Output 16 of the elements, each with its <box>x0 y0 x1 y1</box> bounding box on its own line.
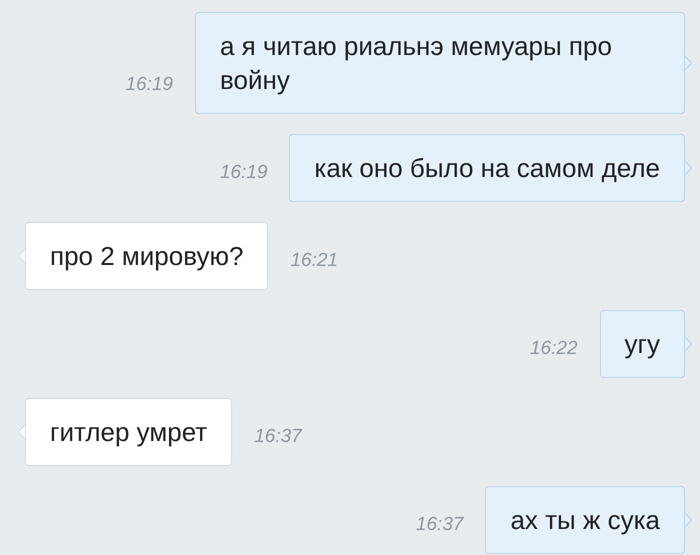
message-time: 16:37 <box>416 514 464 537</box>
bubble-tail <box>684 336 692 352</box>
bubble-tail <box>684 160 692 176</box>
message-bubble: гитлер умрет <box>25 398 232 466</box>
message-time: 16:19 <box>220 162 268 185</box>
message-bubble: как оно было на самом деле <box>289 134 685 202</box>
message-bubble: угу <box>600 310 685 378</box>
bubble-tail <box>684 55 692 71</box>
message-time: 16:22 <box>530 338 578 361</box>
message-time: 16:21 <box>290 250 338 273</box>
message-time: 16:37 <box>254 426 302 449</box>
message-bubble: про 2 мировую? <box>25 222 268 290</box>
message-bubble: а я читаю риальнэ мемуары про войну <box>195 12 685 114</box>
message-bubble: ах ты ж сука <box>485 486 685 554</box>
bubble-tail <box>684 512 692 528</box>
message-time: 16:19 <box>125 74 173 97</box>
